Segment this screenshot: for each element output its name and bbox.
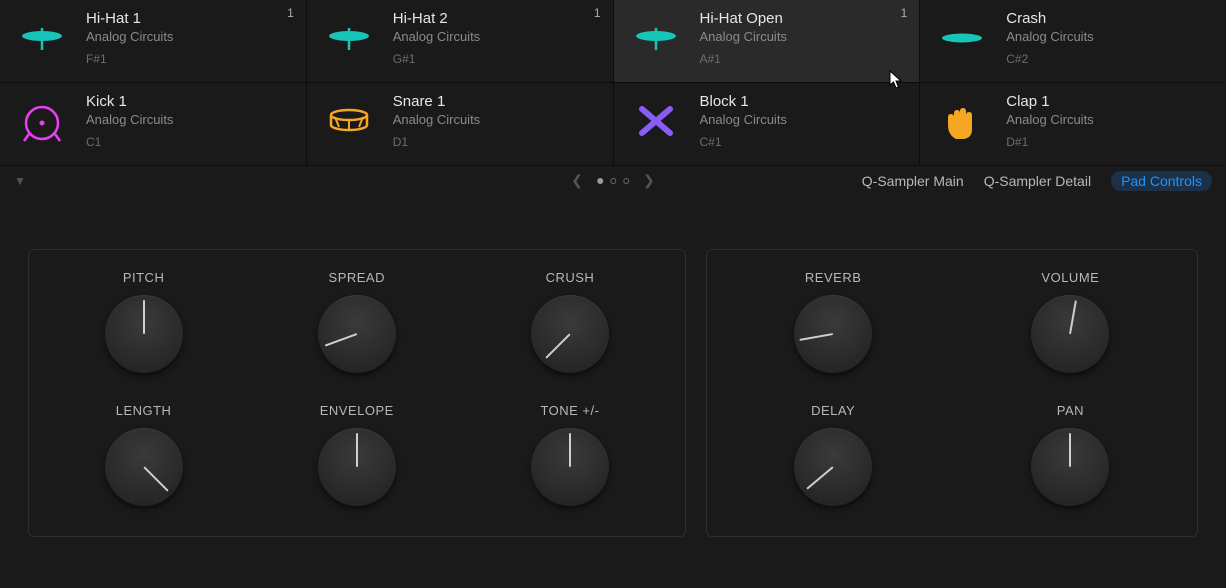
knob-tone: TONE +/- xyxy=(483,403,656,506)
pad-text: Hi-Hat 2 Analog Circuits G#1 xyxy=(393,10,480,66)
knob-reverb-dial[interactable] xyxy=(794,295,872,373)
pad-name-label: Hi-Hat 2 xyxy=(393,10,480,27)
nav-bar: ▼ ❮ ❯ Q-Sampler Main Q-Sampler Detail Pa… xyxy=(0,165,1226,195)
knob-length-dial[interactable] xyxy=(105,428,183,506)
knob-label: DELAY xyxy=(811,403,855,418)
knob-label: SPREAD xyxy=(329,270,385,285)
pad-text: Kick 1 Analog Circuits C1 xyxy=(86,93,173,149)
knob-envelope-dial[interactable] xyxy=(318,428,396,506)
view-tabs: Q-Sampler Main Q-Sampler Detail Pad Cont… xyxy=(862,171,1212,191)
knob-label: TONE +/- xyxy=(540,403,599,418)
pad-note-label: F#1 xyxy=(86,52,173,66)
pad-text: Hi-Hat 1 Analog Circuits F#1 xyxy=(86,10,173,66)
pad-hi-hat-2[interactable]: 1 Hi-Hat 2 Analog Circuits G#1 xyxy=(307,0,613,82)
knob-crush-dial[interactable] xyxy=(531,295,609,373)
tab-qsampler-detail[interactable]: Q-Sampler Detail xyxy=(984,173,1091,189)
knob-label: PITCH xyxy=(123,270,165,285)
block-icon xyxy=(628,93,684,149)
pad-badge: 1 xyxy=(901,6,908,20)
effects-panel: PITCH SPREAD CRUSH LENGTH ENVELOPE xyxy=(28,249,686,537)
pad-kit-label: Analog Circuits xyxy=(393,112,480,127)
pad-hi-hat-open[interactable]: 1 Hi-Hat Open Analog Circuits A#1 xyxy=(614,0,920,82)
pad-text: Crash Analog Circuits C#2 xyxy=(1006,10,1093,66)
pad-controls-panel: PITCH SPREAD CRUSH LENGTH ENVELOPE xyxy=(0,195,1226,567)
pad-kit-label: Analog Circuits xyxy=(700,29,787,44)
pad-note-label: C#1 xyxy=(700,135,787,149)
tab-pad-controls[interactable]: Pad Controls xyxy=(1111,171,1212,191)
page-dot[interactable] xyxy=(610,178,616,184)
pad-kit-label: Analog Circuits xyxy=(86,29,173,44)
knob-delay-dial[interactable] xyxy=(794,428,872,506)
pad-note-label: C#2 xyxy=(1006,52,1093,66)
pad-name-label: Clap 1 xyxy=(1006,93,1093,110)
knob-volume: VOLUME xyxy=(972,270,1169,373)
pad-name-label: Crash xyxy=(1006,10,1093,27)
pad-name-label: Snare 1 xyxy=(393,93,480,110)
pad-kit-label: Analog Circuits xyxy=(1006,29,1093,44)
clap-icon xyxy=(934,93,990,149)
pad-note-label: D1 xyxy=(393,135,480,149)
tab-qsampler-main[interactable]: Q-Sampler Main xyxy=(862,173,964,189)
knob-pan: PAN xyxy=(972,403,1169,506)
page-dot[interactable] xyxy=(623,178,629,184)
knob-pan-dial[interactable] xyxy=(1031,428,1109,506)
crash-icon xyxy=(934,10,990,66)
disclose-icon[interactable]: ▼ xyxy=(14,174,26,188)
chevron-right-icon[interactable]: ❯ xyxy=(639,172,659,189)
knob-spread: SPREAD xyxy=(270,270,443,373)
knob-envelope: ENVELOPE xyxy=(270,403,443,506)
pad-note-label: G#1 xyxy=(393,52,480,66)
knob-volume-dial[interactable] xyxy=(1031,295,1109,373)
mix-panel: REVERB VOLUME DELAY PAN xyxy=(706,249,1198,537)
pad-text: Snare 1 Analog Circuits D1 xyxy=(393,93,480,149)
pad-snare-1[interactable]: Snare 1 Analog Circuits D1 xyxy=(307,83,613,165)
pad-text: Hi-Hat Open Analog Circuits A#1 xyxy=(700,10,787,66)
knob-spread-dial[interactable] xyxy=(318,295,396,373)
hihat-icon xyxy=(628,10,684,66)
pager: ❮ ❯ xyxy=(567,172,658,189)
knob-pitch: PITCH xyxy=(57,270,230,373)
pad-kit-label: Analog Circuits xyxy=(1006,112,1093,127)
knob-delay: DELAY xyxy=(735,403,932,506)
pad-note-label: A#1 xyxy=(700,52,787,66)
knob-label: VOLUME xyxy=(1041,270,1099,285)
chevron-left-icon[interactable]: ❮ xyxy=(567,172,587,189)
hihat-icon xyxy=(14,10,70,66)
kick-icon xyxy=(14,93,70,149)
pad-text: Clap 1 Analog Circuits D#1 xyxy=(1006,93,1093,149)
knob-label: REVERB xyxy=(805,270,861,285)
knob-reverb: REVERB xyxy=(735,270,932,373)
pad-kit-label: Analog Circuits xyxy=(700,112,787,127)
pad-name-label: Block 1 xyxy=(700,93,787,110)
page-dots[interactable] xyxy=(597,178,629,184)
pad-name-label: Hi-Hat Open xyxy=(700,10,787,27)
knob-tone-dial[interactable] xyxy=(531,428,609,506)
pad-kit-label: Analog Circuits xyxy=(393,29,480,44)
pad-badge: 1 xyxy=(594,6,601,20)
knob-length: LENGTH xyxy=(57,403,230,506)
pad-name-label: Hi-Hat 1 xyxy=(86,10,173,27)
knob-label: PAN xyxy=(1057,403,1084,418)
pad-text: Block 1 Analog Circuits C#1 xyxy=(700,93,787,149)
pad-kit-label: Analog Circuits xyxy=(86,112,173,127)
pad-block-1[interactable]: Block 1 Analog Circuits C#1 xyxy=(614,83,920,165)
pad-grid: 1 Hi-Hat 1 Analog Circuits F#1 1 Hi-Hat … xyxy=(0,0,1226,165)
hihat-icon xyxy=(321,10,377,66)
knob-label: CRUSH xyxy=(546,270,595,285)
knob-crush: CRUSH xyxy=(483,270,656,373)
pad-hi-hat-1[interactable]: 1 Hi-Hat 1 Analog Circuits F#1 xyxy=(0,0,306,82)
snare-icon xyxy=(321,93,377,149)
pad-clap-1[interactable]: Clap 1 Analog Circuits D#1 xyxy=(920,83,1226,165)
pad-kick-1[interactable]: Kick 1 Analog Circuits C1 xyxy=(0,83,306,165)
pad-name-label: Kick 1 xyxy=(86,93,173,110)
pad-note-label: C1 xyxy=(86,135,173,149)
pad-badge: 1 xyxy=(287,6,294,20)
knob-pitch-dial[interactable] xyxy=(105,295,183,373)
page-dot[interactable] xyxy=(597,178,603,184)
knob-label: LENGTH xyxy=(116,403,172,418)
pad-crash[interactable]: Crash Analog Circuits C#2 xyxy=(920,0,1226,82)
pad-note-label: D#1 xyxy=(1006,135,1093,149)
knob-label: ENVELOPE xyxy=(320,403,394,418)
